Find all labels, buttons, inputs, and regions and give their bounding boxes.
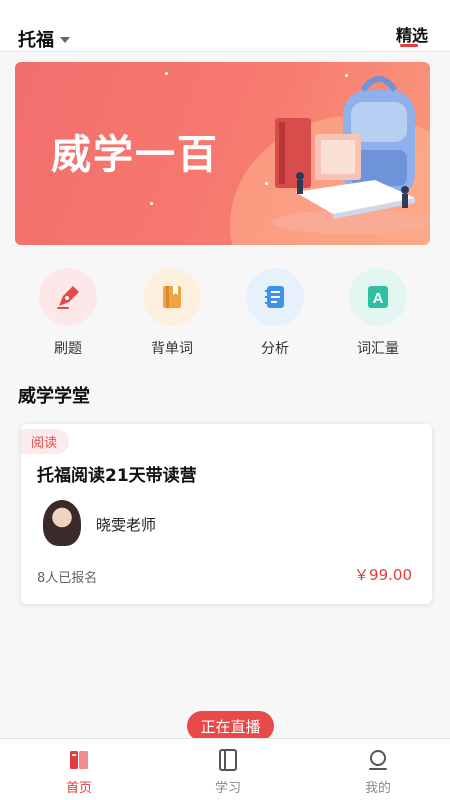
- quick-link-practice[interactable]: 刷题: [23, 268, 113, 358]
- quick-link-vocab[interactable]: 背单词: [127, 268, 217, 358]
- teacher-name: 晓雯老师: [96, 516, 157, 534]
- tab-featured[interactable]: 精选: [396, 22, 428, 46]
- tab-active-indicator: [400, 44, 418, 47]
- book-icon: [143, 268, 201, 326]
- caret-down-icon: [60, 37, 70, 43]
- quick-link-label: 背单词: [151, 341, 193, 357]
- exam-label: 托福: [18, 30, 54, 51]
- exam-selector[interactable]: 托福: [18, 26, 70, 52]
- enrolled-count: 8人已报名: [37, 571, 98, 586]
- quick-link-vocab-size[interactable]: A 词汇量: [333, 268, 423, 358]
- promo-banner[interactable]: 威学一百: [15, 62, 430, 245]
- backpack-books-illustration: [272, 76, 428, 234]
- course-card[interactable]: 阅读 托福阅读21天带读营 晓雯老师 8人已报名 ￥99.00: [21, 424, 432, 604]
- quick-link-label: 分析: [261, 341, 289, 357]
- nav-profile-label: 我的: [364, 781, 391, 796]
- study-icon: [215, 747, 241, 773]
- top-bar: 托福 精选: [0, 0, 450, 52]
- notebook-icon: [246, 268, 304, 326]
- banner-sparkle: [165, 72, 168, 75]
- banner-sparkle: [150, 202, 153, 205]
- course-price: ￥99.00: [354, 566, 412, 584]
- nav-study-label: 学习: [214, 781, 241, 796]
- quick-link-label: 刷题: [54, 341, 82, 357]
- profile-icon: [365, 747, 391, 773]
- home-icon: [66, 747, 92, 773]
- pen-icon: [39, 268, 97, 326]
- course-title: 托福阅读21天带读营: [37, 466, 197, 486]
- svg-text:A: A: [373, 290, 384, 307]
- banner-title: 威学一百: [51, 132, 219, 178]
- bottom-nav: 首页 学习 我的: [0, 738, 450, 800]
- nav-profile[interactable]: 我的: [333, 747, 423, 796]
- quick-link-analysis[interactable]: 分析: [230, 268, 320, 358]
- section-title: 威学学堂: [18, 386, 90, 407]
- letter-a-icon: A: [349, 268, 407, 326]
- teacher-avatar: [43, 500, 81, 546]
- nav-home[interactable]: 首页: [34, 747, 124, 796]
- live-now-badge[interactable]: 正在直播: [187, 711, 274, 741]
- quick-link-label: 词汇量: [357, 341, 399, 357]
- course-tag: 阅读: [21, 429, 70, 454]
- nav-study[interactable]: 学习: [183, 747, 273, 796]
- nav-home-label: 首页: [65, 781, 92, 796]
